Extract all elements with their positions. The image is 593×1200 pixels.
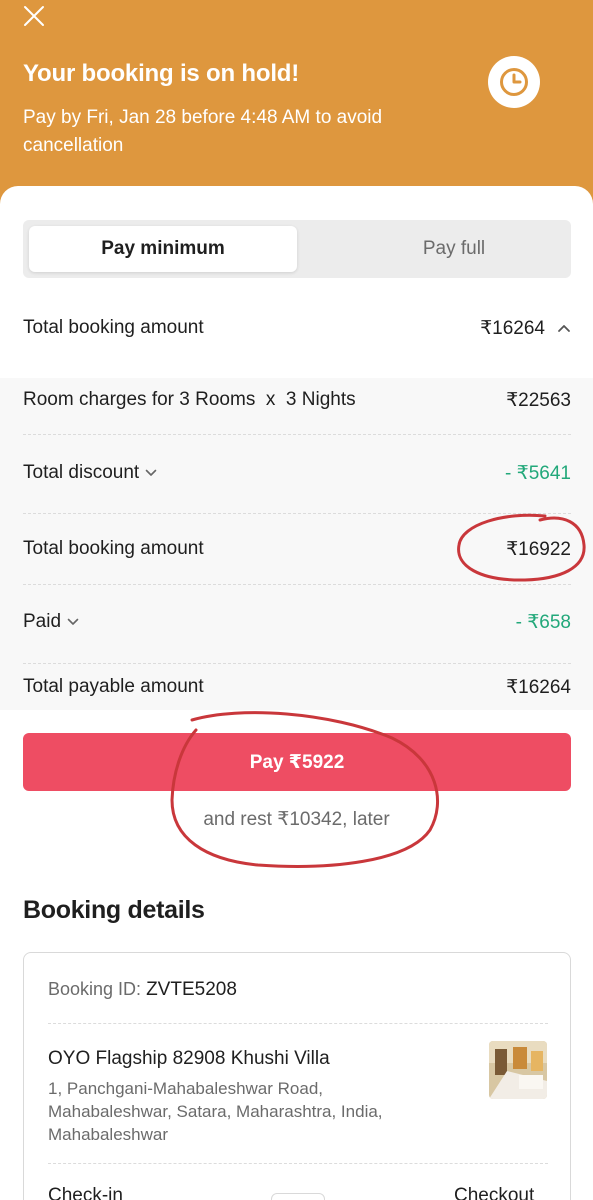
hotel-image[interactable] [489, 1041, 547, 1099]
room-charges-value: ₹22563 [506, 389, 571, 411]
divider [23, 434, 571, 435]
booking-id: Booking ID: ZVTE5208 [48, 979, 237, 1001]
total-booking-label: Total booking amount [23, 317, 204, 338]
booking-details-title: Booking details [23, 896, 205, 924]
pay-minimum-tab[interactable]: Pay minimum [29, 226, 297, 272]
total-booking-amount-row: Total booking amount ₹16922 [23, 531, 571, 567]
rest-later-note: and rest ₹10342, later [203, 809, 390, 830]
booking-details-card: Booking ID: ZVTE5208 OYO Flagship 82908 … [23, 952, 571, 1200]
divider [48, 1023, 548, 1024]
pay-button[interactable]: Pay ₹5922 [23, 733, 571, 791]
divider [23, 513, 571, 514]
total-discount-label: Total discount [23, 462, 140, 483]
paid-row[interactable]: Paid - ₹658 [23, 604, 571, 640]
chevron-down-icon[interactable] [145, 469, 157, 477]
hotel-address: 1, Panchgani-Mahabaleshwar Road, Mahabal… [48, 1079, 383, 1144]
pay-full-tab[interactable]: Pay full [319, 226, 589, 272]
hotel-name: OYO Flagship 82908 Khushi Villa [48, 1048, 330, 1069]
chevron-down-icon[interactable] [67, 618, 79, 626]
total-payable-row: Total payable amount ₹16264 [23, 669, 571, 705]
divider [23, 663, 571, 664]
total-booking-summary-row[interactable]: Total booking amount ₹16264 [23, 310, 571, 346]
booking-id-value: ZVTE5208 [146, 979, 237, 1000]
room-charges-label: Room charges for 3 Rooms x 3 Nights [23, 389, 356, 410]
total-booking-value: ₹16264 [480, 317, 545, 339]
clock-icon [488, 56, 540, 108]
nights-pill [271, 1193, 325, 1200]
paid-label: Paid [23, 611, 62, 632]
total-discount-row[interactable]: Total discount - ₹5641 [23, 455, 571, 491]
checkout-label: Checkout [454, 1185, 535, 1200]
total-payable-label: Total payable amount [23, 676, 204, 697]
total-booking-amount-label: Total booking amount [23, 538, 204, 559]
hold-deadline: Pay by Fri, Jan 28 before 4:48 AM to avo… [23, 107, 383, 156]
checkin-label: Check-in [48, 1185, 123, 1200]
divider [23, 584, 571, 585]
payment-mode-toggle: Pay minimum Pay full [23, 220, 571, 278]
room-charges-row: Room charges for 3 Rooms x 3 Nights ₹225… [23, 382, 571, 418]
hold-header: Your booking is on hold! Pay by Fri, Jan… [0, 0, 593, 215]
divider [48, 1163, 548, 1164]
paid-value: - ₹658 [515, 611, 571, 633]
booking-id-label: Booking ID: [48, 979, 142, 999]
total-payable-value: ₹16264 [506, 676, 571, 698]
total-discount-value: - ₹5641 [505, 462, 571, 484]
chevron-up-icon[interactable] [557, 323, 571, 333]
close-icon[interactable] [22, 4, 46, 28]
total-booking-amount-value: ₹16922 [506, 538, 571, 560]
hold-title: Your booking is on hold! [23, 60, 300, 87]
